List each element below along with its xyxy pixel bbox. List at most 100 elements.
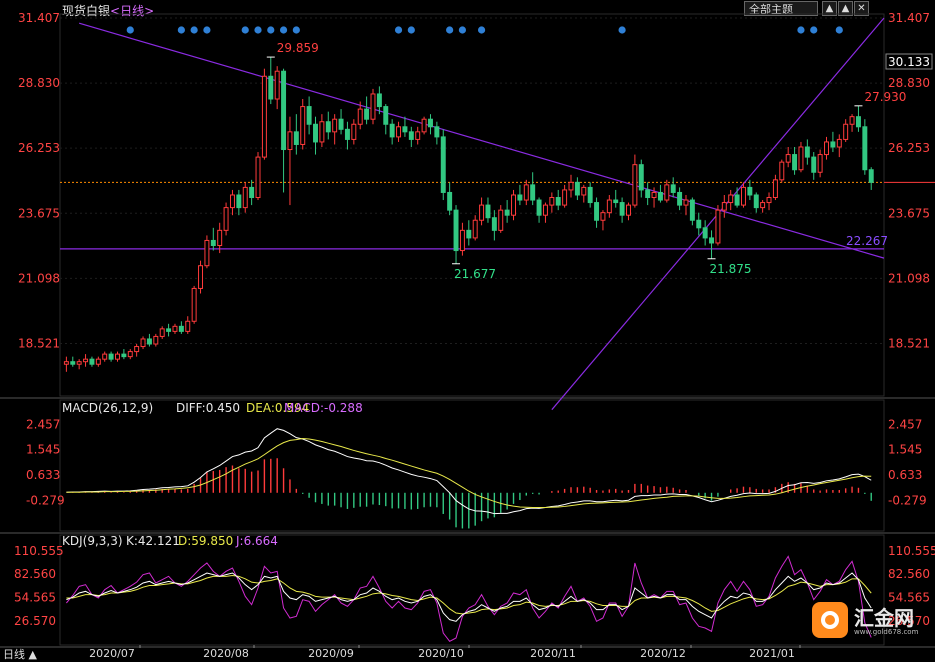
signal-dot xyxy=(797,26,805,34)
x-tick-label: 2020/10 xyxy=(418,647,464,660)
candle-body xyxy=(466,229,472,239)
candle-body xyxy=(127,351,133,358)
low-label: 21.677 xyxy=(454,267,496,281)
price-tick-label-right: 21.098 xyxy=(888,271,930,285)
candle-body xyxy=(728,194,734,204)
candle-body xyxy=(600,212,606,221)
candle-body xyxy=(229,194,235,209)
candle-body xyxy=(402,126,408,133)
kdj-tick-label-left: 110.555 xyxy=(14,544,64,558)
macd-tick-label-left: 0.633 xyxy=(26,468,60,482)
candle-body xyxy=(862,126,868,171)
candle-body xyxy=(440,136,446,193)
x-tick-label: 2020/12 xyxy=(640,647,686,660)
candle-body xyxy=(108,353,114,360)
candle-body xyxy=(498,209,504,231)
candle-body xyxy=(657,191,663,201)
candle-body xyxy=(613,199,619,204)
candle-body xyxy=(626,204,631,216)
candle-body xyxy=(868,169,874,183)
candle-body xyxy=(300,106,306,145)
kdj-k-value: K:42.121 xyxy=(126,534,180,548)
candle-body xyxy=(357,108,363,125)
candle-body xyxy=(696,219,702,229)
candle-body xyxy=(664,184,670,201)
candle-body xyxy=(753,194,759,209)
price-tick-label-right: 28.830 xyxy=(888,76,930,90)
brand-logo-icon xyxy=(812,602,848,638)
signal-dot xyxy=(126,26,134,34)
candle-body xyxy=(779,161,785,181)
candle-body xyxy=(511,194,516,216)
candle-body xyxy=(479,204,485,221)
price-tick-label-left: 21.098 xyxy=(18,271,60,285)
candle-body xyxy=(319,121,325,143)
signal-dot xyxy=(446,26,454,34)
candle-body xyxy=(325,121,331,133)
kdj-d-value: D:59.850 xyxy=(178,534,233,548)
candle-body xyxy=(70,361,76,365)
candle-body xyxy=(159,328,165,337)
candle-body xyxy=(63,361,69,365)
candle-body xyxy=(843,123,849,140)
candle-body xyxy=(798,146,804,171)
candle-body xyxy=(677,191,683,206)
kdj-tick-label-left: 26.570 xyxy=(14,614,56,628)
signal-dot xyxy=(618,26,626,34)
macd-tick-label-right: -0.279 xyxy=(888,494,927,508)
candle-body xyxy=(766,197,772,204)
candle-body xyxy=(645,189,651,199)
candle-body xyxy=(306,106,312,125)
candle-body xyxy=(632,164,638,206)
candle-body xyxy=(210,239,216,247)
candle-body xyxy=(702,227,708,239)
candle-body xyxy=(293,131,299,145)
candle-body xyxy=(555,197,561,206)
candle-body xyxy=(261,75,267,158)
candle-body xyxy=(389,123,395,138)
macd-tick-label-right: 2.457 xyxy=(888,417,922,431)
candle-body xyxy=(453,209,459,252)
candle-body xyxy=(523,184,529,201)
candle-body xyxy=(185,320,191,332)
candle-body xyxy=(115,353,120,360)
candle-body xyxy=(447,191,453,211)
price-tick-label-left: 18.521 xyxy=(18,336,60,350)
candle-body xyxy=(824,141,829,156)
candle-body xyxy=(287,131,293,151)
signal-dot xyxy=(477,26,486,34)
candle-body xyxy=(274,70,280,100)
candle-body xyxy=(146,338,152,345)
signal-dot xyxy=(407,26,415,34)
candle-body xyxy=(683,199,689,206)
candle-body xyxy=(236,194,242,209)
kdj-panel-frame xyxy=(59,534,885,646)
candle-body xyxy=(517,194,523,201)
candle-body xyxy=(217,229,223,247)
signal-dot xyxy=(458,26,467,34)
candle-body xyxy=(836,138,842,148)
x-tick-label: 2020/09 xyxy=(308,647,354,660)
candle-body xyxy=(383,106,389,125)
signal-dot xyxy=(203,26,211,34)
candle-body xyxy=(594,202,600,221)
candle-body xyxy=(530,184,536,201)
price-tick-label-right: 23.675 xyxy=(888,206,930,220)
candle-body xyxy=(134,346,140,353)
candle-body xyxy=(249,186,255,199)
candle-body xyxy=(485,204,491,219)
x-tick-label: 2020/08 xyxy=(203,647,249,660)
signal-dot xyxy=(241,26,249,34)
candle-body xyxy=(95,358,101,365)
candle-body xyxy=(830,141,836,148)
price-tick-label-left: 23.675 xyxy=(18,206,60,220)
kdj-j-value: J:6.664 xyxy=(235,534,278,548)
signal-dot xyxy=(835,26,843,34)
candle-body xyxy=(408,131,414,140)
price-tick-label-left: 31.407 xyxy=(18,11,60,25)
x-tick-label: 2021/01 xyxy=(749,647,795,660)
candle-body xyxy=(198,265,204,289)
candle-body xyxy=(619,202,625,216)
candle-body xyxy=(364,108,370,120)
candle-body xyxy=(792,154,798,171)
